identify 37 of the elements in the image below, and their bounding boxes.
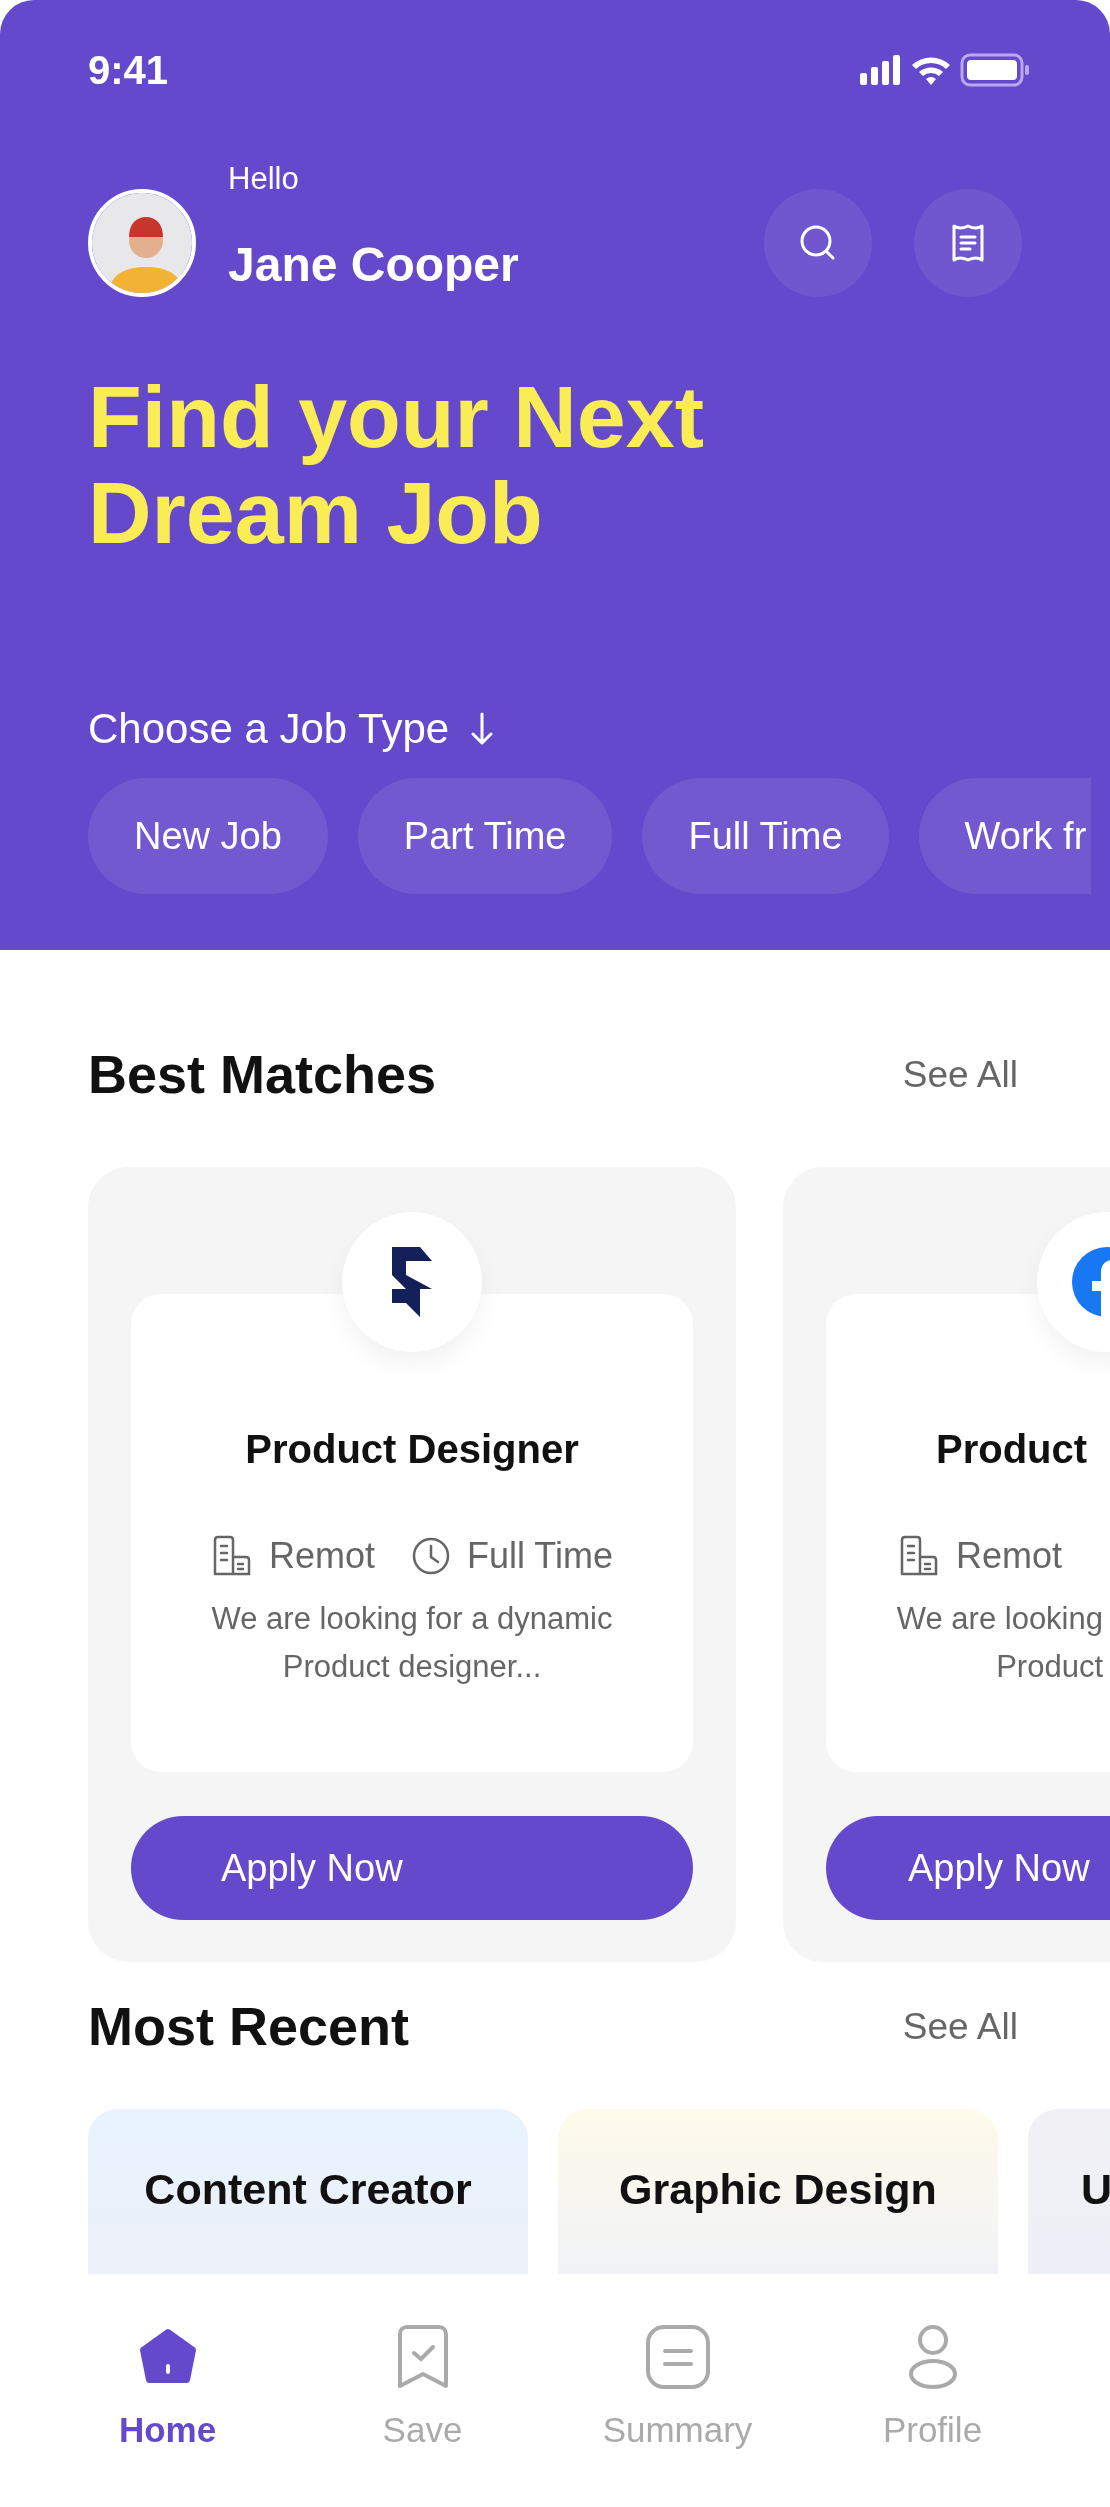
job-title: Product Designer	[244, 1426, 580, 1473]
signal-icon	[860, 55, 902, 85]
apply-button[interactable]: Apply Now	[131, 1816, 693, 1920]
nav-tab[interactable]: Home	[40, 2274, 295, 2507]
job-type-chip[interactable]: Work fr	[918, 778, 1091, 895]
job-card[interactable]: U	[1028, 2109, 1110, 2274]
job-description: We are looking for a dynamic Product designer...	[210, 1600, 614, 1687]
section-title: Best Matches	[88, 1043, 437, 1106]
battery-icon	[960, 53, 1030, 87]
logo-icon	[392, 1247, 432, 1317]
receipt-icon	[950, 223, 986, 264]
arrow-down-icon	[471, 711, 494, 746]
see-all-link[interactable]: See All	[902, 1998, 1018, 2055]
location-text: Remot	[268, 1534, 375, 1578]
document-icon	[644, 2324, 711, 2390]
building-icon	[898, 1535, 940, 1577]
greeting-text: Hello	[228, 160, 300, 198]
job-type-chip[interactable]: Full Time	[642, 778, 889, 895]
job-card[interactable]: Graphic Design	[558, 2109, 998, 2274]
job-description: We are looking Product	[895, 1600, 1104, 1687]
section-title: Most Recent	[88, 1995, 410, 2058]
section-label: Choose a Job Type	[88, 704, 450, 755]
job-type-text: Full Time	[467, 1534, 614, 1578]
see-all-link[interactable]: See All	[902, 1046, 1018, 1103]
headline: Find your Next Dream Job	[88, 368, 706, 563]
job-card[interactable]: Content Creator	[88, 2109, 528, 2274]
job-card[interactable]: Product Designer Remot Full Time We are looking for a dynamic Product designer... Apply Now	[88, 1167, 736, 1962]
user-icon	[907, 2324, 958, 2390]
location-text: Remot	[956, 1534, 1063, 1578]
user-name: Jane Cooper	[228, 236, 519, 293]
job-type-chip[interactable]: New Job	[88, 778, 328, 895]
job-type-chip[interactable]: Part Time	[357, 778, 613, 895]
job-card[interactable]: Product Remot We are looking Product Apply Now	[783, 1167, 1110, 1962]
clock-icon	[411, 1536, 451, 1576]
apply-button[interactable]: Apply Now	[826, 1816, 1110, 1920]
time-text: 9:41	[88, 47, 169, 94]
job-title: Product	[935, 1426, 1089, 1473]
